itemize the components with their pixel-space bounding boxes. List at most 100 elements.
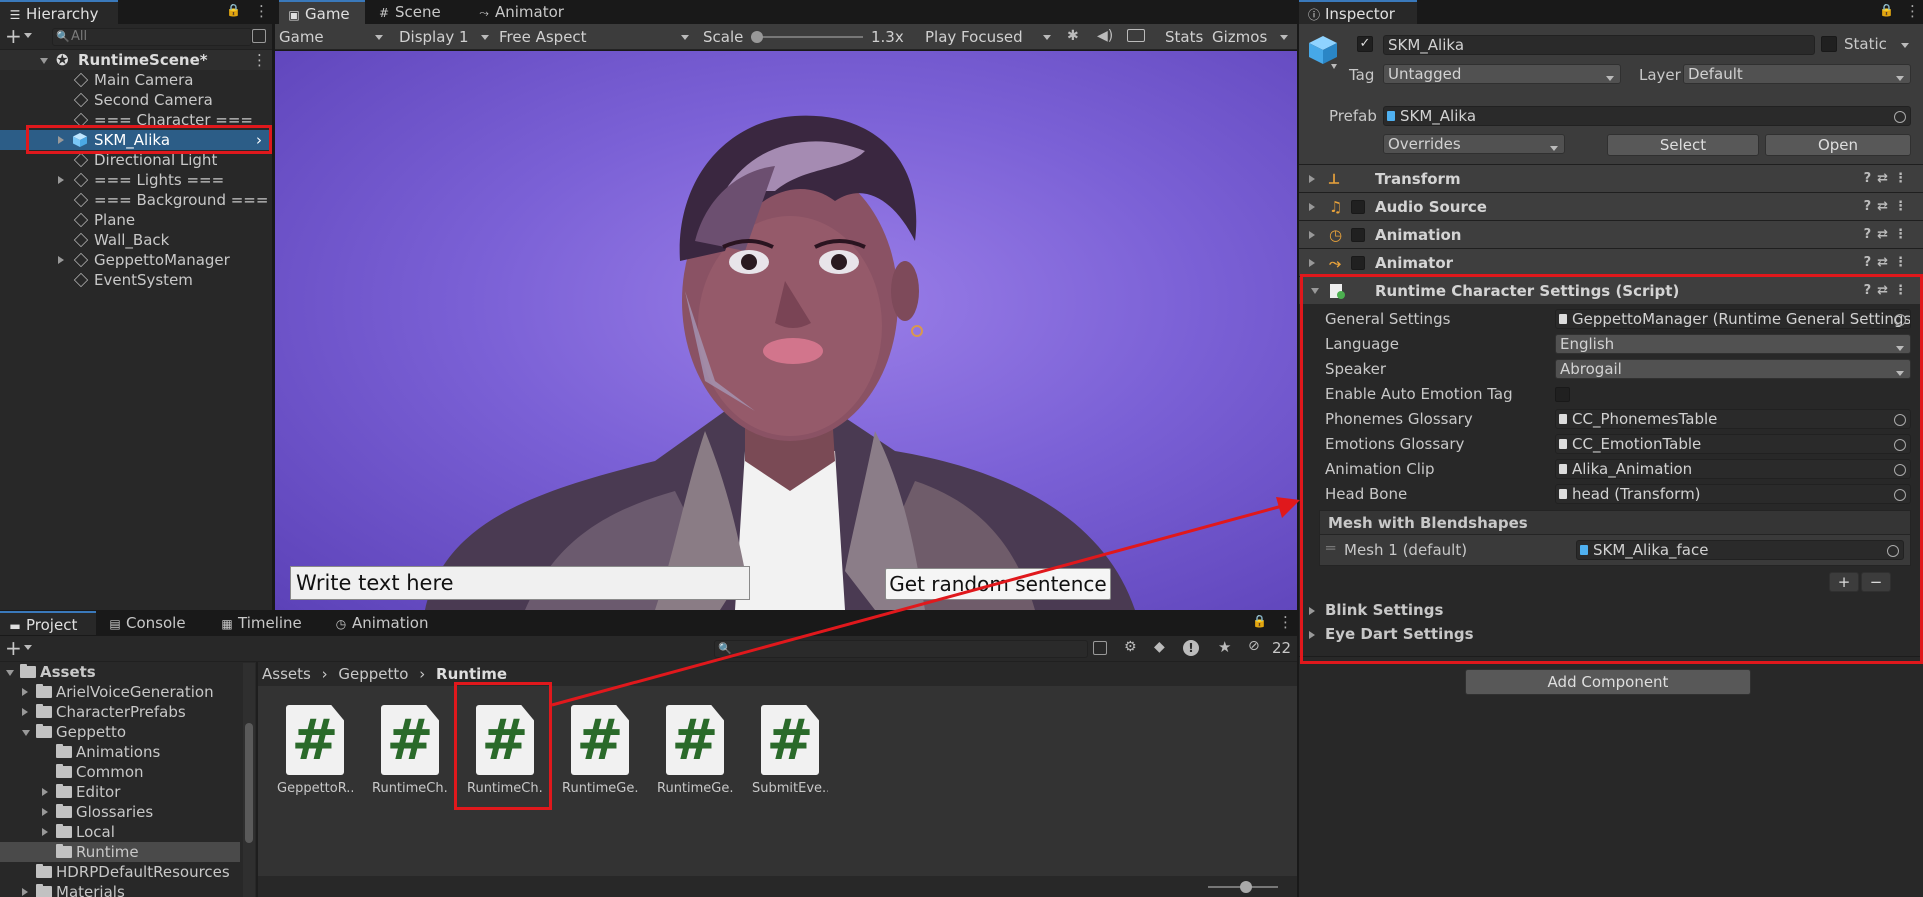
script-asset[interactable]: #RuntimeGe... <box>657 705 733 796</box>
tag-dropdown[interactable]: Untagged <box>1383 64 1621 84</box>
tab-animator[interactable]: ⤳ Animator <box>469 0 572 24</box>
breadcrumb-assets[interactable]: Assets <box>262 665 311 683</box>
expand-icon[interactable] <box>1309 259 1315 267</box>
prefab-field[interactable]: SKM_Alika <box>1383 106 1911 126</box>
component-header[interactable]: ⤳ Animator ?⇄⋮ <box>1299 248 1923 276</box>
scale-slider[interactable] <box>751 36 863 38</box>
warning-icon[interactable]: ! <box>1183 640 1199 656</box>
enabled-checkbox[interactable] <box>1351 228 1365 242</box>
component-header[interactable]: ♫ Audio Source ?⇄⋮ <box>1299 192 1923 220</box>
component-actions[interactable]: ?⇄⋮ <box>1864 221 1913 249</box>
expand-icon[interactable] <box>22 708 28 716</box>
expand-icon[interactable] <box>1309 203 1315 211</box>
object-name-field[interactable]: SKM_Alika <box>1383 35 1815 55</box>
project-search-input[interactable]: 🔍 <box>714 640 1088 658</box>
tab-timeline[interactable]: ▦ Timeline <box>212 611 310 635</box>
script-asset[interactable]: # GeppettoR... <box>277 705 353 796</box>
select-button[interactable]: Select <box>1607 134 1759 156</box>
expand-icon[interactable] <box>22 688 28 696</box>
scene-root[interactable]: ✪ RuntimeScene* ⋮ <box>0 50 272 70</box>
tab-console[interactable]: ▤ Console <box>100 611 194 635</box>
speaker-icon[interactable]: ◀) <box>1097 28 1113 44</box>
more-icon[interactable]: ⋮ <box>254 2 269 20</box>
expand-icon[interactable] <box>22 888 28 896</box>
component-actions[interactable]: ?⇄⋮ <box>1864 193 1913 221</box>
folder-item[interactable]: HDRPDefaultResources <box>0 862 240 882</box>
hierarchy-item[interactable]: Plane <box>0 210 272 230</box>
gizmos-dropdown[interactable]: Gizmos <box>1212 24 1294 50</box>
expand-icon[interactable] <box>42 828 48 836</box>
bug-icon[interactable]: ✱ <box>1067 28 1079 44</box>
lock-icon[interactable]: 🔒 <box>1252 614 1267 628</box>
layer-dropdown[interactable]: Default <box>1683 64 1911 84</box>
game-viewport[interactable]: Write text here Get random sentence <box>275 51 1297 610</box>
script-asset[interactable]: # SubmitEve... <box>752 705 828 796</box>
expand-icon[interactable] <box>58 176 64 184</box>
expand-icon[interactable] <box>1309 231 1315 239</box>
folder-item[interactable]: Materials <box>0 882 240 897</box>
folder-item[interactable]: Glossaries <box>0 802 240 822</box>
hierarchy-item[interactable]: Main Camera <box>0 70 272 90</box>
more-icon[interactable]: ⋮ <box>1905 2 1920 20</box>
overrides-dropdown[interactable]: Overrides <box>1383 134 1565 154</box>
folder-item[interactable]: Geppetto <box>0 722 240 742</box>
static-checkbox[interactable] <box>1821 36 1837 52</box>
expand-icon[interactable] <box>40 58 48 64</box>
folder-item[interactable]: Runtime <box>0 842 240 862</box>
star-icon[interactable]: ★ <box>1218 638 1231 656</box>
scrollbar-thumb[interactable] <box>245 723 253 843</box>
scene-picker-icon[interactable] <box>252 29 266 43</box>
text-input[interactable]: Write text here <box>290 566 750 600</box>
more-icon[interactable]: ⋮ <box>252 50 267 70</box>
folder-item[interactable]: Editor <box>0 782 240 802</box>
tab-game[interactable]: ▣ Game <box>279 0 365 24</box>
tab-inspector[interactable]: ⓘ Inspector <box>1299 0 1417 24</box>
chevron-down-icon[interactable] <box>24 33 32 38</box>
game-mode-dropdown[interactable]: Game <box>279 24 389 50</box>
expand-icon[interactable] <box>1309 175 1315 183</box>
tab-animation[interactable]: ◷ Animation <box>326 611 436 635</box>
zoom-slider-handle[interactable] <box>1240 881 1252 893</box>
folder-item[interactable]: CharacterPrefabs <box>0 702 240 722</box>
open-button[interactable]: Open <box>1765 134 1911 156</box>
component-actions[interactable]: ?⇄⋮ <box>1864 165 1913 193</box>
active-checkbox[interactable]: ✓ <box>1357 36 1373 52</box>
label-icon[interactable]: ◆ <box>1154 639 1165 655</box>
play-mode-dropdown[interactable]: Play Focused <box>925 24 1057 50</box>
chevron-down-icon[interactable] <box>1901 43 1909 48</box>
hierarchy-item[interactable]: Wall_Back <box>0 230 272 250</box>
enabled-checkbox[interactable] <box>1351 256 1365 270</box>
enabled-checkbox[interactable] <box>1351 200 1365 214</box>
chevron-down-icon[interactable] <box>24 645 32 650</box>
display-dropdown[interactable]: Display 1 <box>399 24 495 50</box>
random-sentence-button[interactable]: Get random sentence <box>885 568 1111 600</box>
keyboard-icon[interactable] <box>1127 29 1145 42</box>
hierarchy-search-input[interactable]: 🔍 All <box>52 28 252 46</box>
breadcrumb-geppetto[interactable]: Geppetto <box>338 665 408 683</box>
scale-slider-handle[interactable] <box>751 31 763 43</box>
component-header[interactable]: ◷ Animation ?⇄⋮ <box>1299 220 1923 248</box>
add-component-button[interactable]: Add Component <box>1465 669 1751 695</box>
lock-icon[interactable]: 🔒 <box>226 3 241 17</box>
add-icon[interactable]: + <box>5 24 22 48</box>
expand-icon[interactable] <box>58 256 64 264</box>
component-header[interactable]: ⟂ Transform ?⇄⋮ <box>1299 164 1923 192</box>
folder-item[interactable]: ArielVoiceGeneration <box>0 682 240 702</box>
filter-type-icon[interactable]: ⚙ <box>1124 639 1137 655</box>
hierarchy-item[interactable]: Second Camera <box>0 90 272 110</box>
script-asset[interactable]: #RuntimeGe... <box>562 705 638 796</box>
component-actions[interactable]: ?⇄⋮ <box>1864 249 1913 277</box>
add-icon[interactable]: + <box>5 636 22 660</box>
folder-item[interactable]: Local <box>0 822 240 842</box>
expand-icon[interactable] <box>6 670 14 676</box>
tab-scene[interactable]: # Scene <box>369 0 449 24</box>
hidden-eye-icon[interactable]: ⊘ <box>1248 638 1260 654</box>
tab-hierarchy[interactable]: ☰ Hierarchy <box>0 0 118 24</box>
expand-icon[interactable] <box>42 788 48 796</box>
expand-icon[interactable] <box>42 808 48 816</box>
breadcrumb-runtime[interactable]: Runtime <box>436 665 507 683</box>
folder-item[interactable]: Animations <box>0 742 240 762</box>
project-tree-scrollbar[interactable] <box>243 663 255 897</box>
search-by-type-icon[interactable] <box>1093 641 1107 655</box>
hierarchy-item[interactable]: === Background === <box>0 190 272 210</box>
